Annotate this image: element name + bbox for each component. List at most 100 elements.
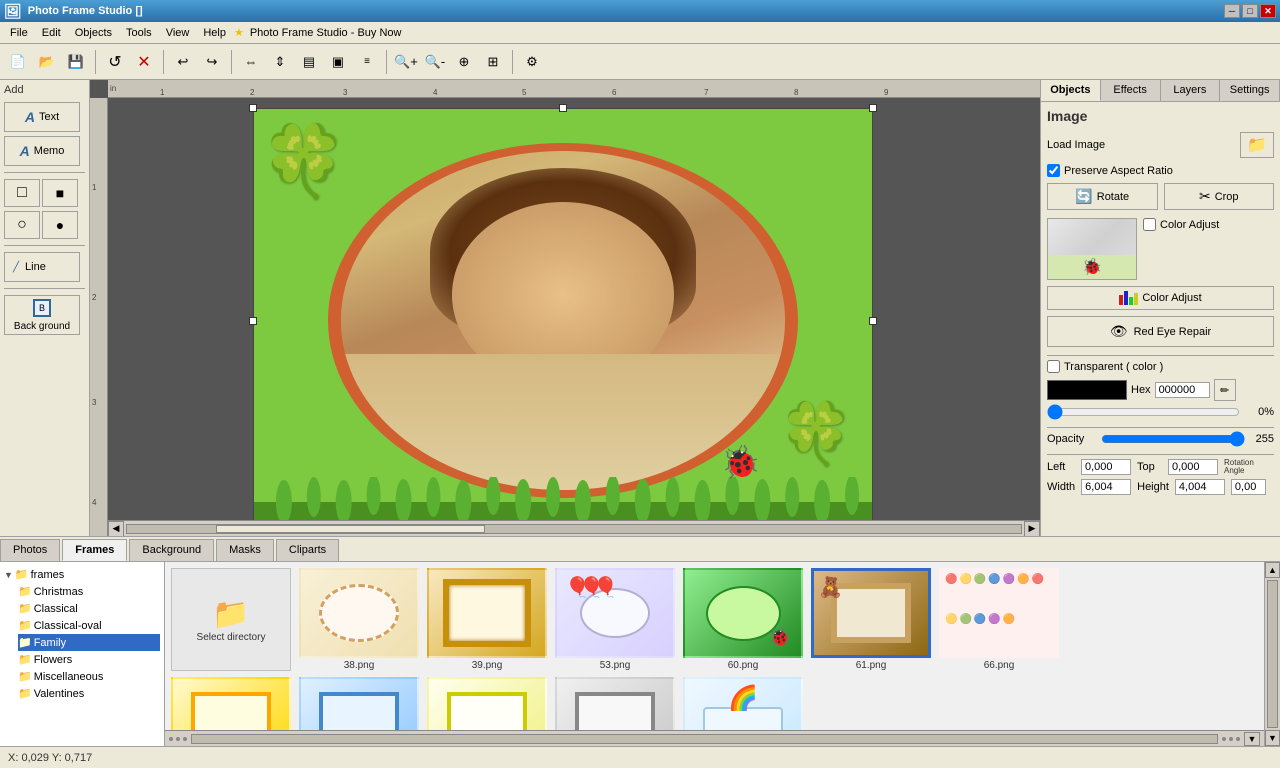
hex-input[interactable] xyxy=(1155,382,1210,398)
thumb-item-60[interactable]: 🐞 60.png xyxy=(683,568,803,671)
handle-tr[interactable] xyxy=(869,104,877,112)
crop-button[interactable]: ✂ Crop xyxy=(1164,183,1275,210)
zoom-fit-button[interactable]: ⊞ xyxy=(479,48,507,76)
handle-mr[interactable] xyxy=(869,317,877,325)
tree-item-family[interactable]: 📁 Family xyxy=(18,634,160,651)
thumb-img-39[interactable] xyxy=(427,568,547,658)
thumb-item-61[interactable]: 🧸 61.png xyxy=(811,568,931,671)
redo-button[interactable]: ↪ xyxy=(198,48,226,76)
color-swatch[interactable] xyxy=(1047,380,1127,400)
menu-objects[interactable]: Objects xyxy=(69,25,118,41)
load-image-button[interactable]: 📁 xyxy=(1240,132,1274,158)
thumb-item-53[interactable]: 🎈 🎈 🎈 53.png xyxy=(555,568,675,671)
tab-photos[interactable]: Photos xyxy=(0,539,60,561)
thumb-img-71[interactable]: 🌈 xyxy=(683,677,803,730)
distribute-button[interactable]: ≡ xyxy=(353,48,381,76)
color-adjust-button[interactable]: Color Adjust xyxy=(1047,286,1274,310)
zoom-out-button[interactable]: 🔍- xyxy=(421,48,449,76)
add-text-button[interactable]: A Text xyxy=(4,102,80,132)
thumb-img-67[interactable] xyxy=(171,677,291,730)
thumb-img-70[interactable] xyxy=(555,677,675,730)
menu-view[interactable]: View xyxy=(160,25,196,41)
add-memo-button[interactable]: A Memo xyxy=(4,136,80,166)
opacity-slider[interactable] xyxy=(1101,432,1245,446)
action-button[interactable]: ✕ xyxy=(130,48,158,76)
scroll-track-h[interactable] xyxy=(126,524,1022,534)
tree-item-miscellaneous[interactable]: 📁 Miscellaneous xyxy=(18,668,160,685)
thumb-scroll-track[interactable] xyxy=(191,734,1218,744)
arrange-button[interactable]: ▣ xyxy=(324,48,352,76)
flip-h-button[interactable]: ⇔ xyxy=(237,48,265,76)
close-button[interactable]: ✕ xyxy=(1260,4,1276,18)
thumb-item-71[interactable]: 🌈 71.png xyxy=(683,677,803,730)
add-rect-button[interactable]: □ xyxy=(4,179,40,207)
tab-cliparts[interactable]: Cliparts xyxy=(276,539,339,561)
add-oval-fill-button[interactable]: ● xyxy=(42,211,78,239)
scroll-left-arrow[interactable]: ◀ xyxy=(108,521,124,537)
frame-image[interactable]: 🍀 🍀 xyxy=(253,108,873,533)
tab-settings[interactable]: Settings xyxy=(1220,80,1280,101)
thumb-item-69[interactable]: 69.png xyxy=(427,677,547,730)
open-button[interactable]: 📂 xyxy=(33,48,61,76)
transparent-checkbox[interactable] xyxy=(1047,360,1060,373)
new-button[interactable]: 📄 xyxy=(4,48,32,76)
thumb-item-38[interactable]: 38.png xyxy=(299,568,419,671)
vscroll-track[interactable] xyxy=(1267,580,1278,728)
tree-root[interactable]: ▼ 📁 frames xyxy=(4,566,160,583)
refresh-button[interactable]: ↺ xyxy=(101,48,129,76)
flip-v-button[interactable]: ⇕ xyxy=(266,48,294,76)
height-input[interactable] xyxy=(1175,479,1225,495)
tab-objects[interactable]: Objects xyxy=(1041,80,1101,101)
thumbnails-scroll[interactable]: 📁 Select directory 38.png xyxy=(165,562,1264,730)
tab-masks[interactable]: Masks xyxy=(216,539,274,561)
tree-item-classical-oval[interactable]: 📁 Classical-oval xyxy=(18,617,160,634)
menu-tools[interactable]: Tools xyxy=(120,25,158,41)
thumb-item-68[interactable]: 68.png xyxy=(299,677,419,730)
preserve-aspect-checkbox[interactable] xyxy=(1047,164,1060,177)
menu-edit[interactable]: Edit xyxy=(36,25,67,41)
thumbnails-hscrollbar[interactable]: ▼ xyxy=(165,730,1264,746)
handle-tl[interactable] xyxy=(249,104,257,112)
select-directory-item[interactable]: 📁 Select directory xyxy=(171,568,291,671)
thumb-img-53[interactable]: 🎈 🎈 🎈 xyxy=(555,568,675,658)
add-rect-fill-button[interactable]: ■ xyxy=(42,179,78,207)
zoom-in-button[interactable]: 🔍+ xyxy=(392,48,420,76)
thumb-img-68[interactable] xyxy=(299,677,419,730)
canvas-hscrollbar[interactable]: ◀ ▶ xyxy=(108,520,1040,536)
tree-item-classical[interactable]: 📁 Classical xyxy=(18,600,160,617)
left-input[interactable] xyxy=(1081,459,1131,475)
thumb-item-66[interactable]: 🔴🟡🟢🔵 🟣🟠🔴🟡 🟢🔵🟣🟠 66.png xyxy=(939,568,1059,671)
thumb-img-66[interactable]: 🔴🟡🟢🔵 🟣🟠🔴🟡 🟢🔵🟣🟠 xyxy=(939,568,1059,658)
handle-ml[interactable] xyxy=(249,317,257,325)
tree-item-flowers[interactable]: 📁 Flowers xyxy=(18,651,160,668)
top-input[interactable] xyxy=(1168,459,1218,475)
tab-frames[interactable]: Frames xyxy=(62,539,127,561)
thumb-img-38[interactable] xyxy=(299,568,419,658)
vscroll-down-arrow[interactable]: ▼ xyxy=(1265,730,1280,746)
tab-effects[interactable]: Effects xyxy=(1101,80,1161,101)
canvas-viewport[interactable]: 🍀 🍀 xyxy=(108,98,1040,536)
red-eye-repair-button[interactable]: 👁 Red Eye Repair xyxy=(1047,316,1274,347)
save-button[interactable]: 💾 xyxy=(62,48,90,76)
thumb-img-69[interactable] xyxy=(427,677,547,730)
menu-help[interactable]: Help xyxy=(197,25,232,41)
rotate-button[interactable]: 🔄 Rotate xyxy=(1047,183,1158,210)
thumb-img-61[interactable]: 🧸 xyxy=(811,568,931,658)
add-line-button[interactable]: ╱ Line xyxy=(4,252,80,282)
rotation-input[interactable] xyxy=(1231,479,1266,495)
settings-button[interactable]: ⚙ xyxy=(518,48,546,76)
minimize-button[interactable]: ─ xyxy=(1224,4,1240,18)
eyedropper-button[interactable]: ✏ xyxy=(1214,379,1236,401)
scroll-thumb-h[interactable] xyxy=(216,525,484,533)
align-left-button[interactable]: ▤ xyxy=(295,48,323,76)
maximize-button[interactable]: □ xyxy=(1242,4,1258,18)
vscroll-up-arrow[interactable]: ▲ xyxy=(1265,562,1280,578)
width-input[interactable] xyxy=(1081,479,1131,495)
tab-background[interactable]: Background xyxy=(129,539,214,561)
scroll-right-arrow[interactable]: ▶ xyxy=(1024,521,1040,537)
tree-item-christmas[interactable]: 📁 Christmas xyxy=(18,583,160,600)
zoom-percent-button[interactable]: ⊕ xyxy=(450,48,478,76)
add-background-button[interactable]: B Back ground xyxy=(4,295,80,335)
scroll-down-arrow[interactable]: ▼ xyxy=(1244,732,1260,746)
frame-photo-oval[interactable] xyxy=(341,151,786,489)
